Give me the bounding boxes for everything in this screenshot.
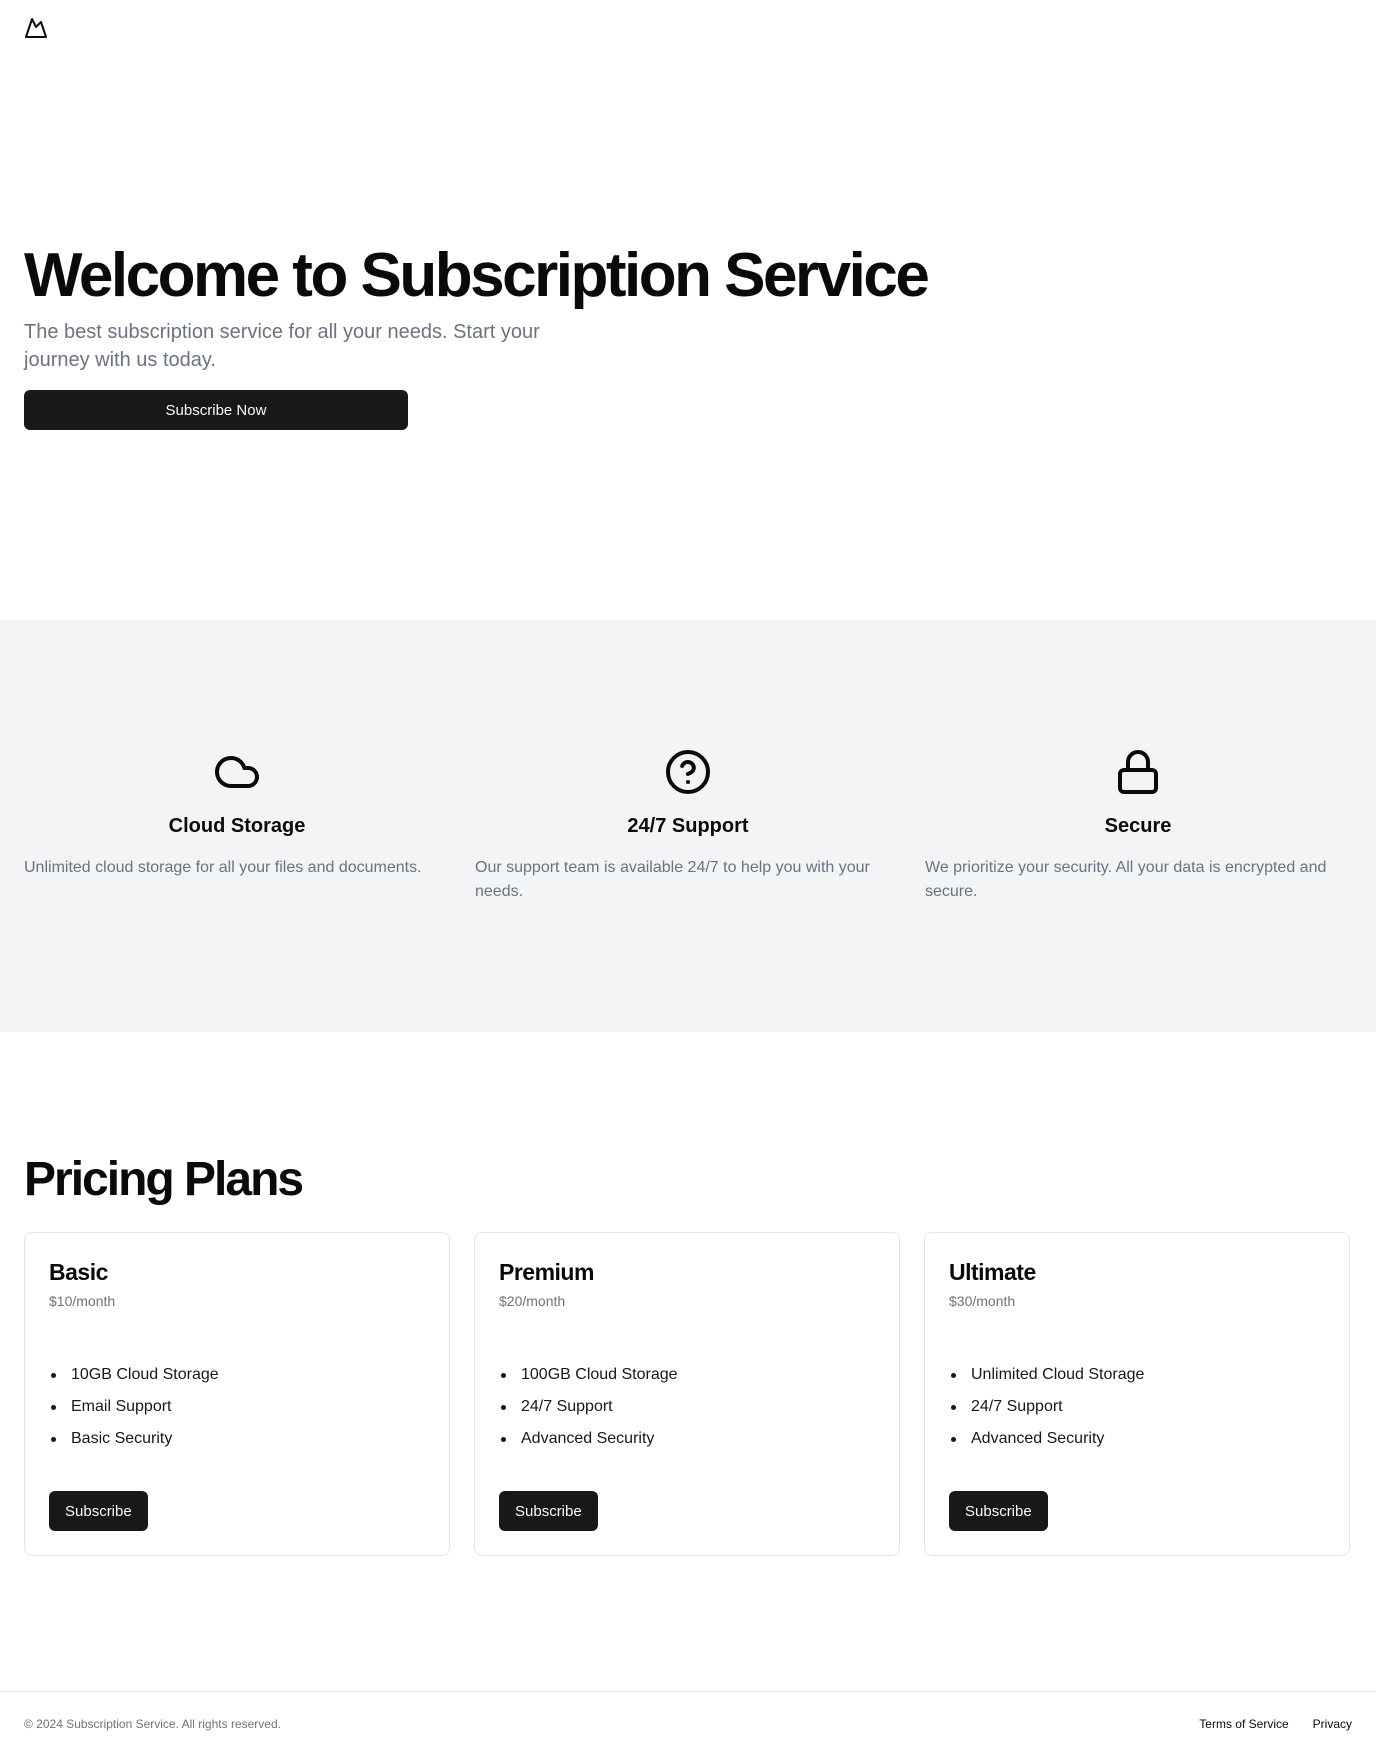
features-section: Cloud Storage Unlimited cloud storage fo…	[0, 620, 1376, 1032]
plan-feature-item: Basic Security	[49, 1423, 425, 1455]
plan-features: 100GB Cloud Storage 24/7 Support Advance…	[499, 1359, 875, 1455]
hero-title: Welcome to Subscription Service	[24, 241, 930, 310]
feature-description: Our support team is available 24/7 to he…	[475, 859, 870, 900]
plan-feature-item: 24/7 Support	[949, 1391, 1325, 1423]
plan-feature-item: 100GB Cloud Storage	[499, 1359, 875, 1391]
plan-name: Premium	[499, 1259, 594, 1285]
footer-nav: Terms of Service Privacy	[1199, 1716, 1352, 1732]
plan-price: $20/month	[499, 1293, 566, 1309]
feature-support: 24/7 Support Our support team is availab…	[475, 748, 901, 904]
plan-price: $30/month	[949, 1293, 1016, 1309]
lock-icon	[1118, 750, 1158, 794]
plan-list: Basic $10/month 10GB Cloud Storage Email…	[24, 1232, 1352, 1556]
pricing-title: Pricing Plans	[24, 1153, 304, 1206]
plan-feature-item: 24/7 Support	[499, 1391, 875, 1423]
hero-subtitle: The best subscription service for all yo…	[24, 321, 540, 371]
cloud-icon	[215, 756, 259, 788]
plan-feature-item: 10GB Cloud Storage	[49, 1359, 425, 1391]
feature-cloud-storage: Cloud Storage Unlimited cloud storage fo…	[24, 748, 450, 880]
privacy-link[interactable]: Privacy	[1313, 1716, 1352, 1732]
mountain-icon	[25, 18, 47, 38]
logo-link[interactable]	[24, 16, 48, 40]
feature-description: We prioritize your security. All your da…	[925, 859, 1327, 900]
site-header	[24, 16, 48, 40]
plan-name: Basic	[49, 1259, 108, 1285]
site-footer: © 2024 Subscription Service. All rights …	[0, 1691, 1376, 1757]
feature-title: Secure	[1104, 815, 1172, 837]
plan-name: Ultimate	[949, 1259, 1036, 1285]
plan-price: $10/month	[49, 1293, 116, 1309]
terms-of-service-link[interactable]: Terms of Service	[1199, 1716, 1288, 1732]
pricing-section: Pricing Plans Basic $10/month 10GB Cloud…	[24, 1150, 1352, 1556]
subscribe-now-button[interactable]: Subscribe Now	[24, 390, 408, 430]
plan-feature-item: Advanced Security	[949, 1423, 1325, 1455]
plan-feature-item: Email Support	[49, 1391, 425, 1423]
plan-card-ultimate: Ultimate $30/month Unlimited Cloud Stora…	[924, 1232, 1350, 1556]
plan-feature-item: Advanced Security	[499, 1423, 875, 1455]
hero-section: Welcome to Subscription Service The best…	[24, 240, 1024, 430]
feature-title: 24/7 Support	[627, 815, 749, 837]
help-circle-icon	[666, 750, 710, 794]
plan-card-basic: Basic $10/month 10GB Cloud Storage Email…	[24, 1232, 450, 1556]
subscribe-premium-button[interactable]: Subscribe	[499, 1491, 598, 1531]
feature-description: Unlimited cloud storage for all your fil…	[24, 859, 422, 876]
plan-features: Unlimited Cloud Storage 24/7 Support Adv…	[949, 1359, 1325, 1455]
plan-features: 10GB Cloud Storage Email Support Basic S…	[49, 1359, 425, 1455]
plan-feature-item: Unlimited Cloud Storage	[949, 1359, 1325, 1391]
subscribe-ultimate-button[interactable]: Subscribe	[949, 1491, 1048, 1531]
feature-title: Cloud Storage	[168, 815, 306, 837]
subscribe-basic-button[interactable]: Subscribe	[49, 1491, 148, 1531]
feature-secure: Secure We prioritize your security. All …	[925, 748, 1351, 904]
copyright-text: © 2024 Subscription Service. All rights …	[24, 1717, 281, 1731]
plan-card-premium: Premium $20/month 100GB Cloud Storage 24…	[474, 1232, 900, 1556]
